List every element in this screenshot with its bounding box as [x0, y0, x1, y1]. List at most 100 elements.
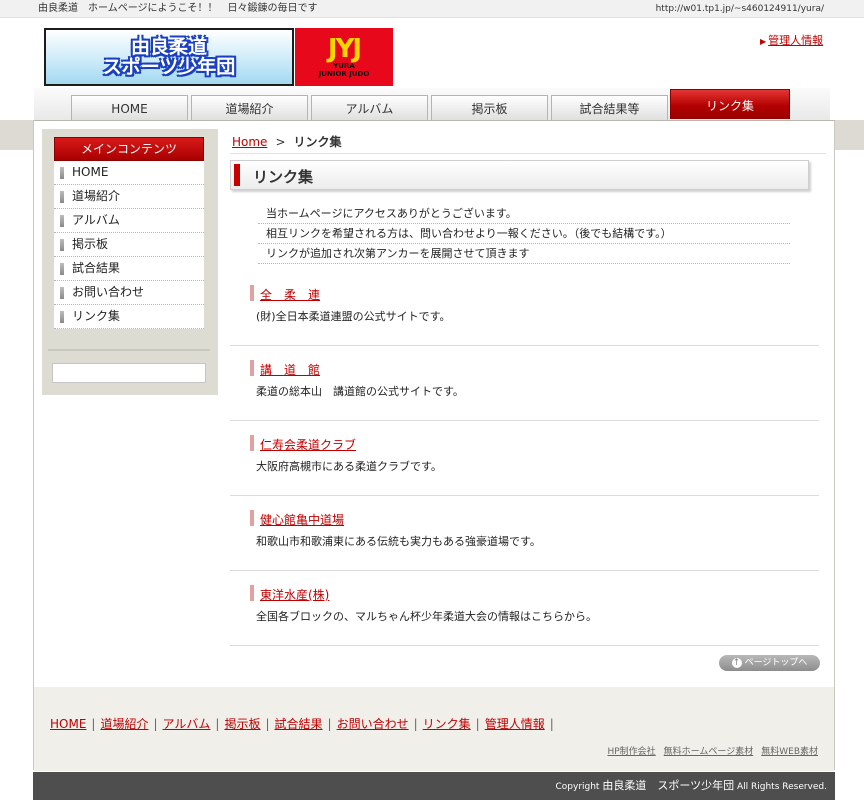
sidebar-item-album[interactable]: アルバム [54, 209, 204, 233]
logo-line-2: スポーツ少年団 [102, 56, 236, 78]
footer-link-album[interactable]: アルバム [163, 717, 211, 731]
sidebar-item-bbs[interactable]: 掲示板 [54, 233, 204, 257]
admin-info-link[interactable]: ▶ 管理人情報 [760, 32, 823, 48]
link-title[interactable]: 健心館亀中道場 [260, 511, 344, 528]
topbar: 由良柔道 ホームページにようこそ！！ 日々鍛錬の毎日です http://w01.… [0, 0, 864, 18]
link-accent [250, 435, 254, 451]
link-description: 大阪府高槻市にある柔道クラブです。 [256, 460, 442, 473]
footer-link-dojo[interactable]: 道場紹介 [100, 717, 148, 731]
sidebar-item-contact[interactable]: お問い合わせ [54, 281, 204, 305]
sidebar-box [52, 363, 206, 383]
page-title: リンク集 [253, 168, 314, 186]
footer-link-contact[interactable]: お問い合わせ [337, 717, 409, 731]
link-entry-toyosuisan: 東洋水産(株) 全国各ブロックの、マルちゃん杯少年柔道大会の情報はこちらから。 [230, 571, 819, 646]
site-url: http://w01.tp1.jp/~s460124911/yura/ [655, 4, 824, 14]
link-title[interactable]: 東洋水産(株) [260, 586, 329, 603]
heading-accent [234, 164, 240, 186]
link-entry-zenjuren: 全 柔 連 (財)全日本柔道連盟の公式サイトです。 [230, 271, 819, 346]
bar-icon [60, 167, 64, 179]
tab-bbs[interactable]: 掲示板 [431, 95, 548, 121]
sidebar-item-dojo[interactable]: 道場紹介 [54, 185, 204, 209]
footer-pipe: | [91, 717, 96, 731]
breadcrumb: Home > リンク集 [232, 133, 342, 150]
link-title[interactable]: 講 道 館 [260, 361, 320, 378]
sidebar-item-home[interactable]: HOME [54, 161, 204, 185]
link-description: (財)全日本柔道連盟の公式サイトです。 [256, 310, 451, 323]
sidebar-item-results[interactable]: 試合結果 [54, 257, 204, 281]
footer-link-bbs[interactable]: 掲示板 [224, 717, 260, 731]
footer-pipe: | [265, 717, 270, 731]
welcome-message: 由良柔道 ホームページにようこそ！！ 日々鍛錬の毎日です [38, 3, 318, 14]
emblem-text-1: YURA [333, 62, 355, 70]
footer-credit-hp[interactable]: HP制作会社 [607, 747, 655, 757]
footer-pipe: | [215, 717, 220, 731]
logo-line-1: 由良柔道 [130, 36, 207, 58]
footer: HOME | 道場紹介 | アルバム | 掲示板 | 試合結果 | お問い合わせ | リンク集 | 管理人情… [34, 687, 834, 771]
tab-results[interactable]: 試合結果等 [551, 95, 668, 121]
sidebar: メインコンテンツ HOME 道場紹介 アルバム 掲示板 試合結果 お問い合わせ … [42, 129, 218, 395]
main-container: メインコンテンツ HOME 道場紹介 アルバム 掲示板 試合結果 お問い合わせ … [33, 120, 835, 771]
content-area: Home > リンク集 リンク集 当ホームページにアクセスありがとうございます。 相… [222, 121, 834, 687]
triangle-right-icon: ▶ [760, 37, 767, 46]
footer-credits: HP制作会社 無料ホームページ素材 無料WEB素材 [599, 744, 818, 757]
sidebar-item-links[interactable]: リンク集 [54, 305, 204, 329]
sidebar-divider [48, 349, 210, 351]
copyright-bar: Copyright 由良柔道 スポーツ少年団 All Rights Reserv… [33, 772, 835, 800]
intro-line: 相互リンクを希望される方は、問い合わせより一報ください。（後でも結構です。） [258, 224, 790, 244]
sidebar-item-label: HOME [72, 165, 109, 179]
site-logo[interactable]: 由良柔道 スポーツ少年団 [44, 28, 294, 86]
link-entry-kenshinkan: 健心館亀中道場 和歌山市和歌浦東にある伝統も実力もある強豪道場です。 [230, 496, 819, 571]
copyright-prefix: Copyright [555, 782, 603, 792]
bar-icon [60, 191, 64, 203]
footer-link-links[interactable]: リンク集 [423, 717, 471, 731]
sidebar-item-label: アルバム [72, 213, 120, 227]
sidebar-item-label: リンク集 [72, 309, 121, 323]
breadcrumb-separator: > [275, 135, 286, 149]
link-accent [250, 510, 254, 526]
footer-nav: HOME | 道場紹介 | アルバム | 掲示板 | 試合結果 | お問い合わせ | リンク集 | 管理人情… [50, 715, 559, 732]
footer-credit-hp-material[interactable]: 無料ホームページ素材 [664, 747, 754, 757]
footer-pipe: | [327, 717, 332, 731]
tab-dojo[interactable]: 道場紹介 [191, 95, 308, 121]
logo-title: 由良柔道 スポーツ少年団 [103, 37, 236, 77]
link-description: 和歌山市和歌浦東にある伝統も実力もある強豪道場です。 [256, 535, 541, 548]
bar-icon [60, 287, 64, 299]
sidebar-item-label: 試合結果 [72, 261, 121, 275]
intro-text: 当ホームページにアクセスありがとうございます。 相互リンクを希望される方は、問い… [258, 204, 790, 264]
link-accent [250, 360, 254, 376]
footer-pipe: | [413, 717, 418, 731]
page-top-label: ページトップへ [744, 658, 808, 668]
link-entry-jinjukai: 仁寿会柔道クラブ 大阪府高槻市にある柔道クラブです。 [230, 421, 819, 496]
sidebar-menu: HOME 道場紹介 アルバム 掲示板 試合結果 お問い合わせ リンク集 [54, 161, 204, 329]
sidebar-item-label: 掲示板 [72, 237, 109, 251]
footer-pipe: | [475, 717, 480, 731]
sidebar-title: メインコンテンツ [54, 137, 204, 161]
tab-album[interactable]: アルバム [311, 95, 428, 121]
emblem-mark: JYJ [327, 34, 362, 64]
page-heading: リンク集 [230, 160, 809, 190]
footer-link-home[interactable]: HOME [50, 717, 86, 731]
tab-links[interactable]: リンク集 [670, 89, 790, 119]
link-title[interactable]: 仁寿会柔道クラブ [260, 436, 356, 453]
page-top-button[interactable]: ↑ ページトップへ [719, 655, 820, 671]
link-entry-kodokan: 講 道 館 柔道の総本山 講道館の公式サイトです。 [230, 346, 819, 421]
emblem-logo: JYJ YURA JUNIOR JUDO [295, 28, 393, 86]
link-accent [250, 585, 254, 601]
copyright-name: 由良柔道 スポーツ少年団 [602, 779, 735, 792]
footer-credit-web-material[interactable]: 無料WEB素材 [761, 747, 818, 757]
sidebar-item-label: お問い合わせ [72, 285, 145, 299]
sidebar-item-label: 道場紹介 [72, 189, 121, 203]
footer-link-admin[interactable]: 管理人情報 [485, 717, 545, 731]
link-description: 全国各ブロックの、マルちゃん杯少年柔道大会の情報はこちらから。 [256, 610, 597, 623]
up-arrow-circle-icon: ↑ [731, 657, 742, 668]
breadcrumb-home-link[interactable]: Home [232, 135, 267, 149]
breadcrumb-current: リンク集 [293, 135, 342, 149]
bar-icon [60, 239, 64, 251]
tab-home[interactable]: HOME [71, 95, 188, 121]
footer-link-results[interactable]: 試合結果 [275, 717, 323, 731]
footer-pipe: | [549, 717, 554, 731]
bar-icon [60, 215, 64, 227]
bar-icon [60, 263, 64, 275]
emblem-text-2: JUNIOR JUDO [318, 70, 370, 78]
link-title[interactable]: 全 柔 連 [260, 286, 320, 303]
